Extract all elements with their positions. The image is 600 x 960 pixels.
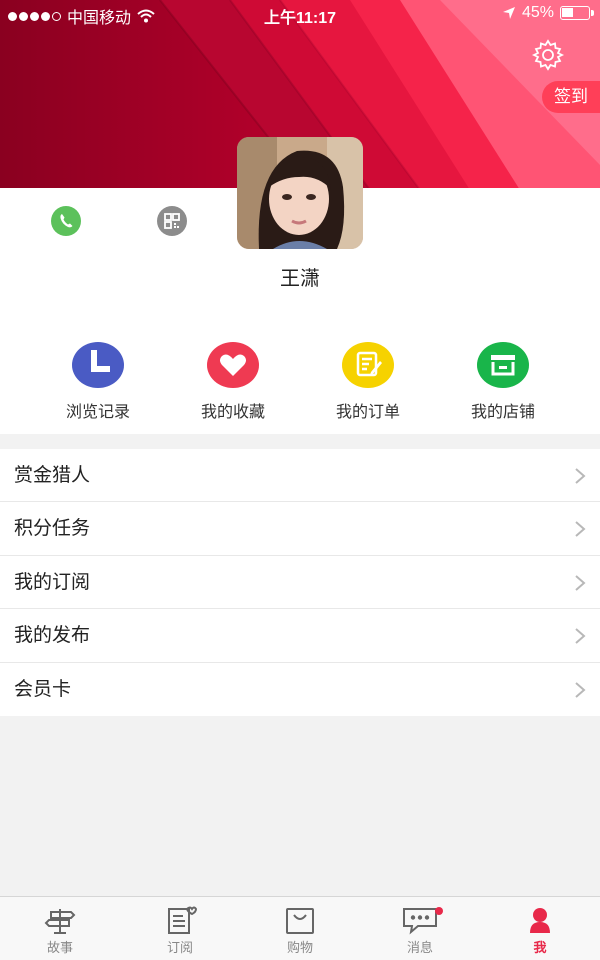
subscribe-icon: [168, 906, 197, 934]
tab-label: 订阅: [166, 940, 193, 955]
edit-document-icon: [342, 342, 394, 388]
tab-subscribe[interactable]: 订阅: [120, 905, 240, 956]
signpost-icon: [44, 909, 76, 934]
menu-item-my-subscriptions[interactable]: 我的订阅: [0, 556, 600, 610]
clock-icon: [72, 342, 124, 388]
tab-me[interactable]: 我: [480, 905, 600, 956]
chat-bubble-icon: [403, 908, 437, 935]
action-my-store[interactable]: 我的店铺: [448, 342, 558, 422]
phone-button[interactable]: [51, 206, 81, 236]
tab-label: 我: [533, 940, 547, 955]
tab-bar: 故事 订阅 购物 消息 我: [0, 896, 600, 960]
heart-icon: [207, 342, 259, 388]
menu-item-label: 赏金猎人: [14, 465, 91, 486]
qr-code-button[interactable]: [157, 206, 187, 236]
chevron-right-icon: [575, 575, 586, 591]
menu-item-points-tasks[interactable]: 积分任务: [0, 502, 600, 556]
action-label: 我的订单: [335, 404, 400, 421]
chevron-right-icon: [575, 681, 586, 698]
location-arrow-icon: [502, 7, 515, 19]
avatar-photo: [237, 137, 363, 249]
battery-percent: 45%: [521, 4, 554, 21]
action-favorites[interactable]: 我的收藏: [178, 342, 288, 422]
shopping-bag-icon: [286, 908, 314, 934]
menu-item-label: 会员卡: [14, 678, 72, 700]
checkin-button[interactable]: 签到: [542, 81, 600, 113]
action-orders[interactable]: 我的订单: [313, 342, 423, 422]
menu-item-label: 我的发布: [14, 625, 91, 647]
menu-item-my-posts[interactable]: 我的发布: [0, 609, 600, 663]
tab-stories[interactable]: 故事: [0, 905, 120, 956]
status-right: 45%: [502, 4, 594, 22]
chevron-right-icon: [575, 468, 586, 484]
username[interactable]: 王潇: [0, 262, 600, 291]
user-avatar[interactable]: [237, 137, 363, 249]
tab-shopping[interactable]: 购物: [240, 905, 360, 956]
person-icon: [530, 908, 550, 933]
action-label: 我的收藏: [200, 404, 265, 421]
menu-item-label: 积分任务: [14, 518, 91, 540]
menu-item-bounty-hunter[interactable]: 赏金猎人: [0, 449, 600, 503]
quick-actions: 浏览记录 我的收藏 我的订单 我的店铺: [0, 330, 600, 434]
menu-item-label: 我的订阅: [14, 571, 91, 593]
tab-messages[interactable]: 消息: [360, 905, 480, 956]
chevron-right-icon: [575, 628, 586, 644]
qr-code-icon: [164, 213, 180, 229]
menu-item-membership-card[interactable]: 会员卡: [0, 663, 600, 716]
menu-list: 赏金猎人 积分任务 我的订阅 我的发布 会员卡: [0, 449, 600, 716]
store-icon: [477, 342, 529, 388]
tab-label: 消息: [406, 940, 433, 955]
settings-gear-icon[interactable]: [531, 38, 565, 72]
action-label: 我的店铺: [470, 404, 535, 421]
action-label: 浏览记录: [65, 404, 130, 421]
status-bar: 中国移动 上午11:17 45%: [0, 0, 600, 28]
tab-label: 故事: [46, 940, 73, 955]
profile-header: 中国移动 上午11:17 45% 签到 王潇: [0, 0, 600, 330]
unread-badge-dot: [435, 907, 443, 915]
battery-icon: [560, 6, 594, 20]
chevron-right-icon: [575, 521, 586, 538]
tab-label: 购物: [286, 940, 313, 955]
action-browse-history[interactable]: 浏览记录: [43, 342, 153, 422]
phone-icon: [60, 214, 73, 228]
